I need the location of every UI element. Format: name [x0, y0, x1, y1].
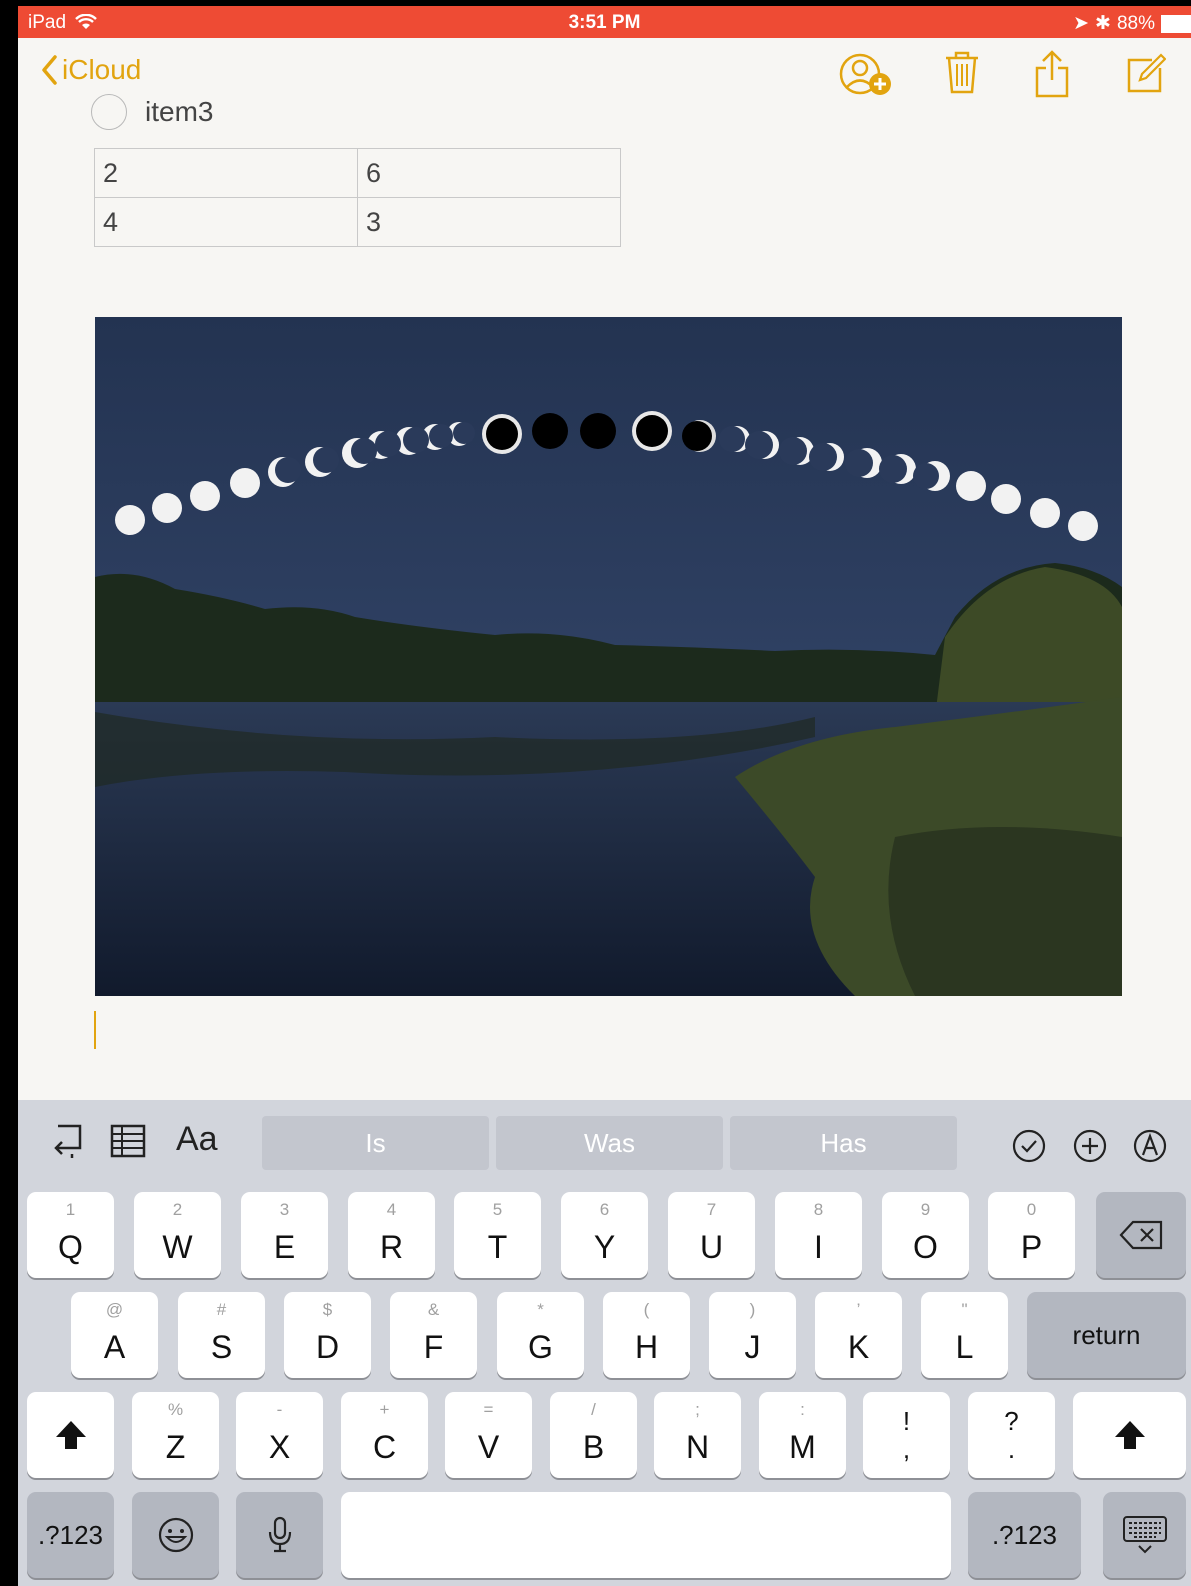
eclipse-photo-graphic [95, 317, 1122, 996]
suggestion-1[interactable]: Is [262, 1116, 489, 1170]
compose-icon[interactable] [1126, 50, 1166, 94]
keyboard-hide-icon [1122, 1516, 1167, 1554]
space-key[interactable] [341, 1492, 951, 1578]
key-v[interactable]: = V [445, 1392, 532, 1478]
key-p[interactable]: 0P [988, 1192, 1075, 1278]
key-y[interactable]: 6Y [561, 1192, 648, 1278]
key-b[interactable]: / B [550, 1392, 637, 1478]
key-z[interactable]: % Z [132, 1392, 219, 1478]
checklist-item[interactable]: item3 [91, 92, 213, 132]
keyboard: Aa Is Was Has 1Q 2W 3E 4R 5T 6Y 7U 8I 9O… [18, 1100, 1191, 1586]
note-table: 2 6 4 3 [94, 148, 621, 247]
checkbox-circle[interactable] [91, 94, 127, 130]
key-g[interactable]: * G [497, 1292, 584, 1378]
share-icon[interactable] [1034, 50, 1070, 98]
emoji-key[interactable] [132, 1492, 219, 1578]
key-a[interactable]: @ A [71, 1292, 158, 1378]
trash-icon[interactable] [944, 50, 980, 96]
checklist-icon[interactable] [1011, 1128, 1047, 1164]
dictation-key[interactable] [236, 1492, 323, 1578]
microphone-icon [268, 1516, 291, 1553]
key-j[interactable]: ) J [709, 1292, 796, 1378]
table-cell[interactable]: 4 [94, 197, 358, 247]
delete-icon [1119, 1220, 1163, 1250]
key-question-period[interactable]: ?. [968, 1392, 1055, 1478]
bluetooth-icon: ✱ [1095, 13, 1111, 34]
key-f[interactable]: & F [390, 1292, 477, 1378]
back-button[interactable]: iCloud [40, 54, 141, 86]
table-cell[interactable]: 2 [94, 148, 358, 198]
key-n[interactable]: ; N [654, 1392, 741, 1478]
table-cell[interactable]: 6 [357, 148, 621, 198]
return-key[interactable]: return [1027, 1292, 1186, 1378]
add-circle-icon[interactable] [1072, 1128, 1108, 1164]
location-icon: ➤ [1073, 13, 1090, 34]
checklist-item-label: item3 [145, 96, 214, 127]
add-people-icon[interactable] [838, 50, 896, 98]
numbers-key-left[interactable]: .?123 [27, 1492, 114, 1578]
undo-redo-icon[interactable] [50, 1122, 90, 1162]
key-w[interactable]: 2W [134, 1192, 221, 1278]
table-cell[interactable]: 3 [357, 197, 621, 247]
key-h[interactable]: (H [603, 1292, 690, 1378]
key-i[interactable]: 8I [775, 1192, 862, 1278]
shift-icon [1114, 1421, 1145, 1449]
battery-icon [1161, 14, 1191, 33]
key-r[interactable]: 4R [348, 1192, 435, 1278]
chevron-left-icon [42, 55, 57, 85]
delete-key[interactable] [1096, 1192, 1186, 1278]
status-time: 3:51 PM [568, 12, 641, 33]
table-icon[interactable] [110, 1124, 146, 1158]
suggestion-2[interactable]: Was [496, 1116, 723, 1170]
table-row: 4 3 [94, 197, 621, 247]
back-label: iCloud [62, 54, 142, 85]
key-exclaim-comma[interactable]: !, [863, 1392, 950, 1478]
key-l[interactable]: " L [921, 1292, 1008, 1378]
key-e[interactable]: 3E [241, 1192, 328, 1278]
key-q[interactable]: 1Q [27, 1192, 114, 1278]
status-bar: iPad 3:51 PM ➤ ✱ 88% [18, 6, 1191, 38]
key-s[interactable]: # S [178, 1292, 265, 1378]
hide-keyboard-key[interactable] [1103, 1492, 1186, 1578]
notes-screen: iPad 3:51 PM ➤ ✱ 88% iCloud item3 2 6 4 … [18, 6, 1191, 1586]
text-cursor [94, 1011, 96, 1049]
markup-icon[interactable] [1132, 1128, 1168, 1164]
shift-key-left[interactable] [27, 1392, 114, 1478]
key-d[interactable]: $ D [284, 1292, 371, 1378]
key-c[interactable]: + C [341, 1392, 428, 1478]
shift-key-right[interactable] [1073, 1392, 1186, 1478]
shift-icon [55, 1421, 86, 1449]
key-m[interactable]: :M [759, 1392, 846, 1478]
battery-percent: 88% [1116, 12, 1155, 34]
format-button[interactable]: Aa [176, 1120, 218, 1159]
numbers-key-right[interactable]: .?123 [968, 1492, 1081, 1578]
status-right: ➤ ✱ 88% [1073, 12, 1191, 35]
key-t[interactable]: 5T [454, 1192, 541, 1278]
suggestion-3[interactable]: Has [730, 1116, 957, 1170]
eclipse-photo[interactable] [95, 317, 1122, 996]
key-k[interactable]: ’ K [815, 1292, 902, 1378]
emoji-icon [158, 1517, 193, 1553]
key-u[interactable]: 7U [668, 1192, 755, 1278]
key-o[interactable]: 9O [882, 1192, 969, 1278]
key-x[interactable]: -X [236, 1392, 323, 1478]
table-row: 2 6 [94, 148, 621, 198]
